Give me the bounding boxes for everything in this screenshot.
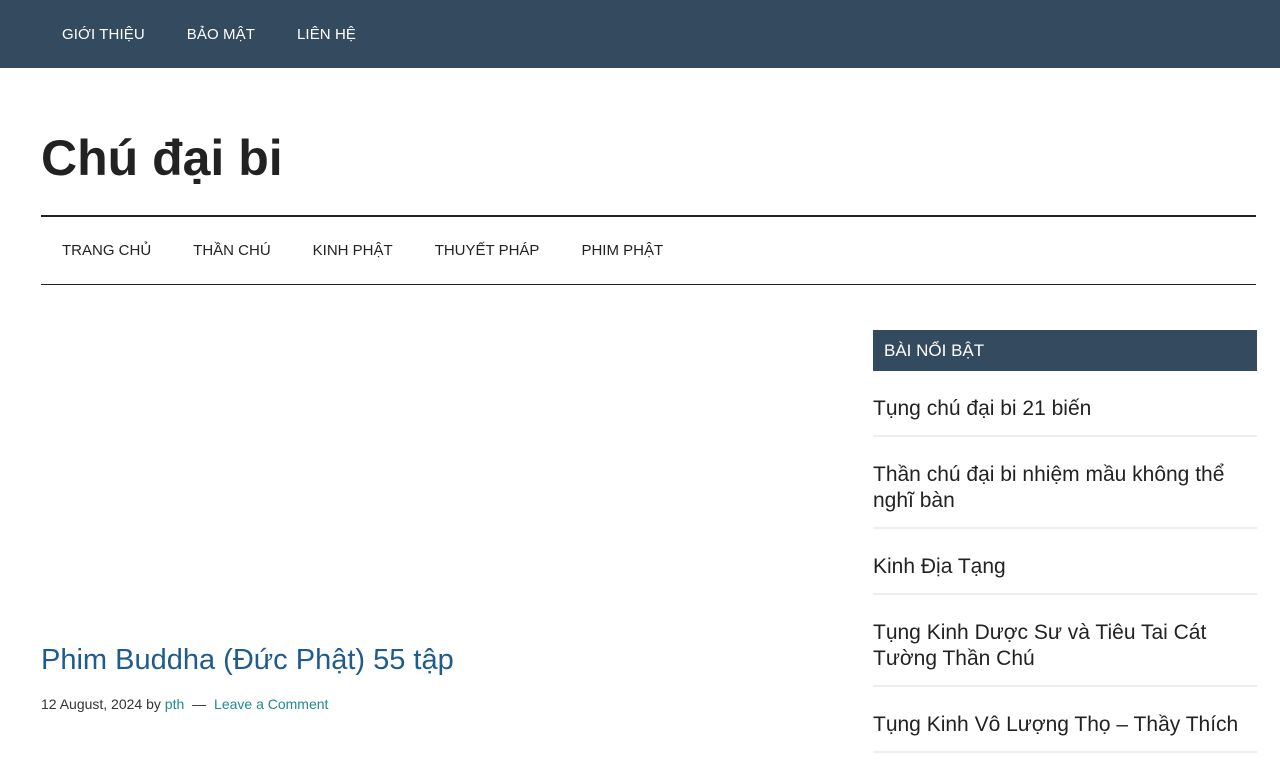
sidebar: BÀI NỔI BẬT Tụng chú đại bi 21 biến Thần…	[873, 330, 1257, 753]
top-nav-item-bao-mat: BẢO MẬT	[166, 26, 276, 43]
featured-post-item: Thần chú đại bi nhiệm mầu không thể nghĩ…	[873, 437, 1257, 529]
post-meta-separator: —	[192, 696, 207, 712]
featured-post-link[interactable]: Kinh Địa Tạng	[873, 555, 1006, 578]
main-nav-item-phim-phat: PHIM PHẬT	[560, 242, 684, 259]
top-nav-item-lien-he: LIÊN HỆ	[276, 26, 377, 43]
main-nav-item-than-chu: THẦN CHÚ	[172, 242, 292, 259]
main-nav-item-trang-chu: TRANG CHỦ	[41, 242, 172, 259]
featured-post-item: Tụng Kinh Dược Sư và Tiêu Tai Cát Tường …	[873, 595, 1257, 687]
post-title: Phim Buddha (Đức Phật) 55 tập	[41, 642, 454, 678]
featured-post-link[interactable]: Thần chú đại bi nhiệm mầu không thể nghĩ…	[873, 463, 1224, 512]
main-nav-link-kinh-phat[interactable]: KINH PHẬT	[292, 242, 414, 259]
featured-post-link[interactable]: Tụng chú đại bi 21 biến	[873, 397, 1091, 420]
post-title-link[interactable]: Phim Buddha (Đức Phật) 55 tập	[41, 644, 454, 676]
featured-post-link[interactable]: Tụng Kinh Vô Lượng Thọ – Thầy Thích	[873, 713, 1238, 736]
top-nav-link-bao-mat[interactable]: BẢO MẬT	[166, 26, 276, 43]
featured-post-item: Tụng Kinh Vô Lượng Thọ – Thầy Thích	[873, 687, 1257, 753]
main-nav-link-phim-phat[interactable]: PHIM PHẬT	[560, 242, 684, 259]
main-nav-link-trang-chu[interactable]: TRANG CHỦ	[41, 242, 172, 259]
post-by-label: by	[146, 696, 161, 712]
main-nav-item-kinh-phat: KINH PHẬT	[292, 242, 414, 259]
featured-posts-widget-title: BÀI NỔI BẬT	[873, 330, 1257, 371]
post-author-link[interactable]: pth	[165, 696, 184, 712]
main-nav-list: TRANG CHỦ THẦN CHÚ KINH PHẬT THUYẾT PHÁP…	[41, 217, 1256, 284]
leave-comment-link[interactable]: Leave a Comment	[214, 696, 328, 712]
main-navigation: TRANG CHỦ THẦN CHÚ KINH PHẬT THUYẾT PHÁP…	[41, 215, 1256, 285]
site-title[interactable]: Chú đại bi	[41, 128, 283, 188]
main-nav-link-thuyet-phap[interactable]: THUYẾT PHÁP	[414, 242, 561, 259]
main-nav-item-thuyet-phap: THUYẾT PHÁP	[414, 242, 561, 259]
top-nav-item-gioi-thieu: GIỚI THIỆU	[41, 26, 166, 43]
top-nav-link-lien-he[interactable]: LIÊN HỆ	[276, 26, 377, 43]
featured-posts-list: Tụng chú đại bi 21 biến Thần chú đại bi …	[873, 371, 1257, 753]
post-date: 12 August, 2024	[41, 696, 143, 712]
top-nav-list: GIỚI THIỆU BẢO MẬT LIÊN HỆ	[0, 0, 1280, 68]
featured-post-item: Kinh Địa Tạng	[873, 529, 1257, 595]
main-nav-link-than-chu[interactable]: THẦN CHÚ	[172, 242, 292, 259]
featured-post-link[interactable]: Tụng Kinh Dược Sư và Tiêu Tai Cát Tường …	[873, 621, 1206, 670]
featured-post-item: Tụng chú đại bi 21 biến	[873, 371, 1257, 437]
post-meta: 12 August, 2024 by pth — Leave a Comment	[41, 696, 328, 712]
top-nav-link-gioi-thieu[interactable]: GIỚI THIỆU	[41, 26, 166, 43]
top-navigation: GIỚI THIỆU BẢO MẬT LIÊN HỆ	[0, 0, 1280, 68]
